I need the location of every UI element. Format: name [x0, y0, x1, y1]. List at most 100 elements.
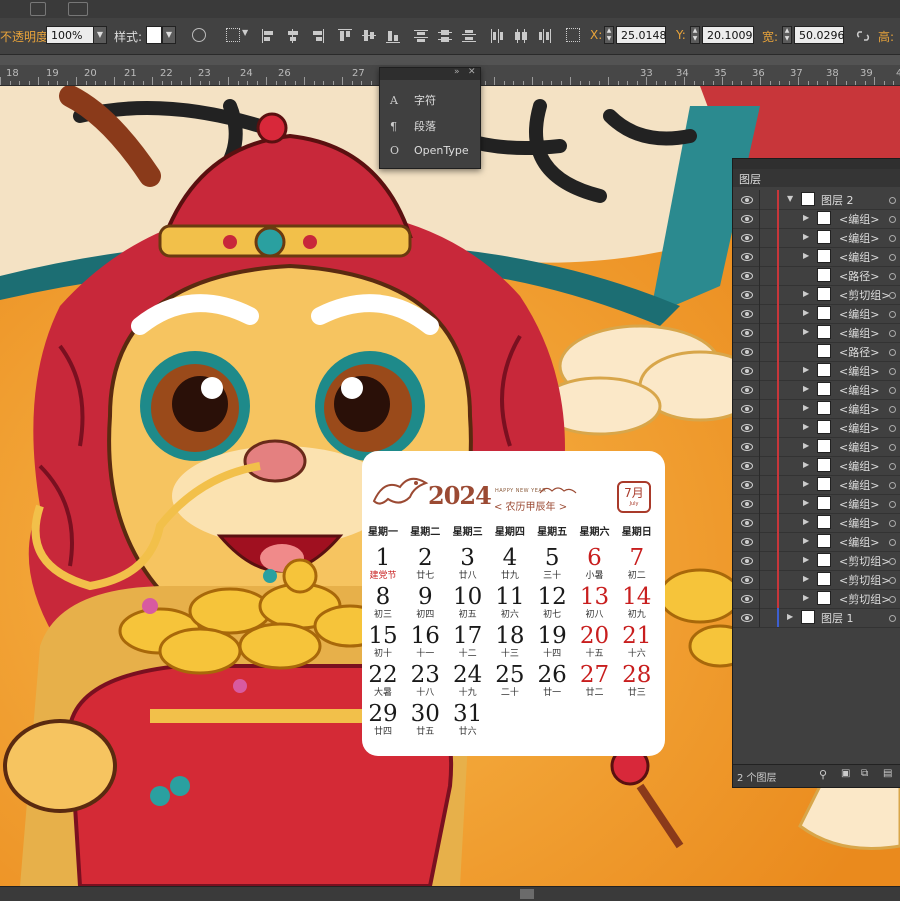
- distribute-vertical-center-icon[interactable]: [438, 29, 452, 43]
- calendar-day[interactable]: 8 初三: [362, 584, 404, 621]
- expand-arrow-icon[interactable]: ▶: [803, 384, 809, 393]
- calendar-day[interactable]: 1 建党节: [362, 545, 404, 582]
- sublayer-row[interactable]: ▶ <编组>: [733, 323, 900, 343]
- calendar-day[interactable]: 28 廿三: [616, 662, 658, 699]
- lock-column[interactable]: [759, 551, 760, 570]
- align-vertical-center-icon[interactable]: [362, 29, 376, 43]
- calendar-day[interactable]: 12 初七: [531, 584, 573, 621]
- expand-arrow-icon[interactable]: ▶: [803, 289, 809, 298]
- lock-column[interactable]: [759, 304, 760, 323]
- sublayer-row[interactable]: <路径>: [733, 342, 900, 362]
- layer-name[interactable]: <编组>: [839, 496, 879, 512]
- layer-row-bottom[interactable]: ▶ 图层 1: [733, 608, 900, 628]
- type-panel-header[interactable]: » ✕: [380, 67, 480, 80]
- sublayer-row[interactable]: ▶ <编组>: [733, 209, 900, 229]
- sublayer-row[interactable]: ▶ <剪切组>: [733, 589, 900, 609]
- style-swatch[interactable]: [146, 26, 162, 44]
- lock-column[interactable]: [759, 323, 760, 342]
- expand-arrow-icon[interactable]: ▶: [803, 517, 809, 526]
- sublayer-row[interactable]: ▶ <剪切组>: [733, 551, 900, 571]
- make-clipping-mask-icon[interactable]: ▣: [841, 768, 850, 779]
- visibility-eye-icon[interactable]: [741, 196, 753, 204]
- lock-column[interactable]: [759, 247, 760, 266]
- expand-arrow-icon[interactable]: ▶: [803, 365, 809, 374]
- sublayer-row[interactable]: ▶ <编组>: [733, 361, 900, 381]
- target-circle-icon[interactable]: [889, 425, 896, 432]
- target-circle-icon[interactable]: [889, 406, 896, 413]
- lock-column[interactable]: [759, 228, 760, 247]
- target-circle-icon[interactable]: [889, 615, 896, 622]
- calendar-day[interactable]: 3 廿八: [447, 545, 489, 582]
- visibility-eye-icon[interactable]: [741, 215, 753, 223]
- target-circle-icon[interactable]: [889, 273, 896, 280]
- calendar-day[interactable]: 10 初五: [447, 584, 489, 621]
- target-circle-icon[interactable]: [889, 235, 896, 242]
- new-layer-icon[interactable]: ▤: [883, 768, 892, 779]
- layer-name[interactable]: <编组>: [839, 382, 879, 398]
- target-circle-icon[interactable]: [889, 349, 896, 356]
- lock-column[interactable]: [759, 570, 760, 589]
- lock-column[interactable]: [759, 456, 760, 475]
- y-input[interactable]: 20.1009: [702, 26, 754, 44]
- calendar-day[interactable]: 4 廿九: [489, 545, 531, 582]
- opacity-input[interactable]: 100%: [46, 26, 94, 44]
- panel-item-opentype[interactable]: O OpenType: [390, 144, 469, 164]
- calendar-day[interactable]: 2 廿七: [404, 545, 446, 582]
- calendar-day[interactable]: 26 廿一: [531, 662, 573, 699]
- layer-name[interactable]: 图层 2: [821, 192, 854, 208]
- layer-name[interactable]: <编组>: [839, 325, 879, 341]
- align-right-icon[interactable]: [310, 29, 324, 43]
- layer-name[interactable]: <剪切组>: [839, 287, 890, 303]
- sublayer-row[interactable]: ▶ <编组>: [733, 380, 900, 400]
- calendar-day[interactable]: 25 二十: [489, 662, 531, 699]
- visibility-eye-icon[interactable]: [741, 367, 753, 375]
- calendar-day[interactable]: 17 十二: [447, 623, 489, 660]
- align-horizontal-center-icon[interactable]: [286, 29, 300, 43]
- visibility-eye-icon[interactable]: [741, 614, 753, 622]
- horizontal-scrollbar[interactable]: [0, 886, 900, 901]
- target-circle-icon[interactable]: [889, 558, 896, 565]
- opacity-dropdown-arrow[interactable]: ▼: [93, 26, 107, 44]
- panel-item-character[interactable]: A 字符: [390, 92, 436, 112]
- lock-column[interactable]: [759, 380, 760, 399]
- target-circle-icon[interactable]: [889, 444, 896, 451]
- expand-arrow-icon[interactable]: ▶: [803, 232, 809, 241]
- lock-column[interactable]: [759, 190, 760, 209]
- visibility-eye-icon[interactable]: [741, 595, 753, 603]
- visibility-eye-icon[interactable]: [741, 538, 753, 546]
- expand-arrow-icon[interactable]: ▼: [787, 194, 793, 203]
- sublayer-row[interactable]: ▶ <剪切组>: [733, 285, 900, 305]
- sublayer-row[interactable]: ▶ <剪切组>: [733, 570, 900, 590]
- lock-column[interactable]: [759, 532, 760, 551]
- expand-arrow-icon[interactable]: ▶: [803, 479, 809, 488]
- layer-name[interactable]: <路径>: [839, 344, 879, 360]
- scrollbar-thumb[interactable]: [520, 889, 534, 899]
- visibility-eye-icon[interactable]: [741, 310, 753, 318]
- lock-column[interactable]: [759, 209, 760, 228]
- distribute-top-icon[interactable]: [414, 29, 428, 43]
- x-stepper[interactable]: ▲ ▼: [604, 26, 614, 44]
- target-circle-icon[interactable]: [889, 197, 896, 204]
- expand-arrow-icon[interactable]: ▶: [803, 460, 809, 469]
- visibility-eye-icon[interactable]: [741, 405, 753, 413]
- expand-arrow-icon[interactable]: ▶: [803, 422, 809, 431]
- panel-item-paragraph[interactable]: ¶ 段落: [390, 118, 436, 138]
- lock-column[interactable]: [759, 285, 760, 304]
- lock-column[interactable]: [759, 399, 760, 418]
- constrain-proportions-icon[interactable]: [856, 28, 870, 42]
- layer-name[interactable]: <编组>: [839, 420, 879, 436]
- layer-name[interactable]: <编组>: [839, 363, 879, 379]
- visibility-eye-icon[interactable]: [741, 386, 753, 394]
- distribute-left-icon[interactable]: [490, 29, 504, 43]
- reference-point-icon[interactable]: [566, 28, 580, 42]
- calendar-day[interactable]: 24 十九: [447, 662, 489, 699]
- lock-column[interactable]: [759, 513, 760, 532]
- calendar-day[interactable]: 19 十四: [531, 623, 573, 660]
- calendar-day[interactable]: 6 小暑: [574, 545, 616, 582]
- layer-name[interactable]: 图层 1: [821, 610, 854, 626]
- lock-column[interactable]: [759, 437, 760, 456]
- target-circle-icon[interactable]: [889, 254, 896, 261]
- visibility-eye-icon[interactable]: [741, 329, 753, 337]
- target-circle-icon[interactable]: [889, 482, 896, 489]
- lock-column[interactable]: [759, 266, 760, 285]
